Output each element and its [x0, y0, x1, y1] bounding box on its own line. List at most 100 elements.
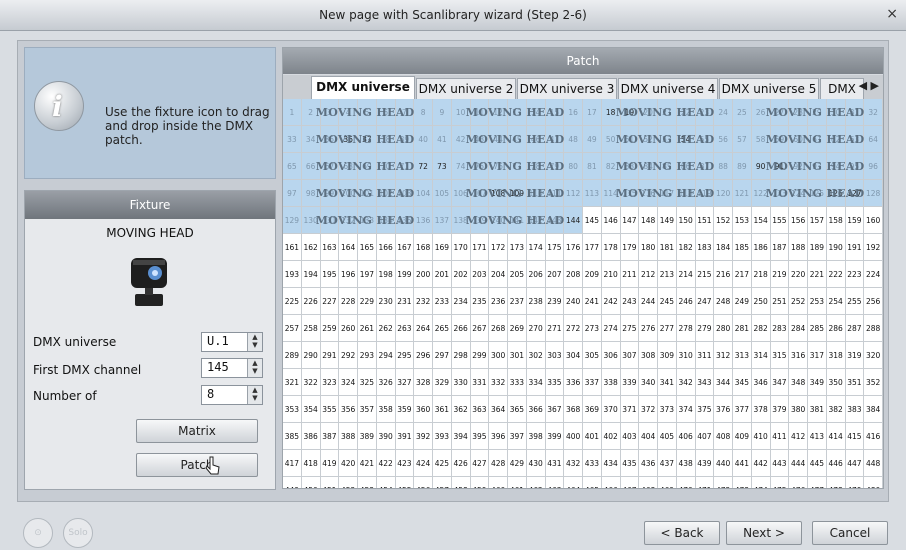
dmx-channel-cell[interactable]: 292	[339, 342, 358, 369]
dmx-channel-cell[interactable]: 331	[470, 369, 490, 396]
dmx-channel-cell[interactable]: 444	[789, 450, 808, 477]
dmx-channel-cell[interactable]: 25	[733, 99, 752, 126]
dmx-channel-cell[interactable]: 285	[808, 315, 827, 342]
dmx-channel-cell[interactable]: 442	[751, 450, 771, 477]
dmx-channel-cell[interactable]: 340	[639, 369, 658, 396]
dmx-channel-cell[interactable]: 381	[808, 396, 827, 423]
dmx-channel-cell[interactable]: 318	[826, 342, 846, 369]
dmx-channel-cell[interactable]: 414	[826, 423, 846, 450]
dmx-channel-cell[interactable]: 368	[564, 396, 583, 423]
dmx-channel-cell[interactable]: 151	[695, 207, 715, 234]
dmx-channel-cell[interactable]: 268	[489, 315, 508, 342]
dmx-channel-cell[interactable]: 185	[733, 234, 752, 261]
dmx-channel-cell[interactable]: 116	[639, 180, 658, 207]
dmx-channel-cell[interactable]: 168	[414, 234, 433, 261]
dmx-channel-cell[interactable]: 101	[358, 180, 377, 207]
dmx-channel-cell[interactable]: 419	[320, 450, 340, 477]
dmx-channel-cell[interactable]: 302	[526, 342, 546, 369]
dmx-channel-cell[interactable]: 228	[339, 288, 358, 315]
dmx-channel-cell[interactable]: 170	[451, 234, 471, 261]
dmx-channel-cell[interactable]: 264	[414, 315, 433, 342]
dmx-channel-cell[interactable]: 337	[583, 369, 602, 396]
dmx-channel-cell[interactable]: 23	[695, 99, 715, 126]
dmx-channel-cell[interactable]: 450	[302, 477, 321, 488]
dmx-channel-cell[interactable]: 478	[827, 477, 846, 488]
dmx-channel-cell[interactable]: 324	[339, 369, 358, 396]
dmx-channel-cell[interactable]: 382	[826, 396, 846, 423]
dmx-channel-cell[interactable]: 63	[845, 126, 865, 153]
dmx-channel-cell[interactable]: 303	[545, 342, 565, 369]
dmx-channel-cell[interactable]: 370	[601, 396, 621, 423]
dmx-channel-cell[interactable]: 214	[676, 261, 696, 288]
dmx-channel-cell[interactable]: 118	[676, 180, 696, 207]
dmx-channel-cell[interactable]: 112	[564, 180, 583, 207]
dmx-channel-cell[interactable]: 470	[677, 477, 696, 488]
dmx-channel-cell[interactable]: 100	[339, 180, 358, 207]
dmx-channel-cell[interactable]: 226	[301, 288, 321, 315]
dmx-channel-cell[interactable]: 360	[414, 396, 433, 423]
dmx-channel-cell[interactable]: 160	[864, 207, 883, 234]
dmx-channel-cell[interactable]: 85	[658, 153, 677, 180]
dmx-channel-cell[interactable]: 165	[358, 234, 377, 261]
dmx-channel-cell[interactable]: 453	[358, 477, 377, 488]
dmx-channel-cell[interactable]: 196	[339, 261, 358, 288]
dmx-channel-cell[interactable]: 379	[770, 396, 790, 423]
dmx-channel-cell[interactable]: 233	[433, 288, 452, 315]
dmx-channel-cell[interactable]: 283	[770, 315, 790, 342]
dmx-channel-cell[interactable]: 234	[451, 288, 471, 315]
dmx-channel-cell[interactable]: 18	[601, 99, 621, 126]
dmx-channel-cell[interactable]: 177	[583, 234, 602, 261]
dmx-channel-cell[interactable]: 66	[301, 153, 321, 180]
dmx-channel-cell[interactable]: 275	[620, 315, 640, 342]
dmx-channel-cell[interactable]: 305	[583, 342, 602, 369]
dmx-channel-cell[interactable]: 50	[601, 126, 621, 153]
dmx-channel-cell[interactable]: 138	[451, 207, 471, 234]
dmx-channel-cell[interactable]: 162	[301, 234, 321, 261]
dmx-channel-cell[interactable]: 316	[789, 342, 808, 369]
dmx-channel-cell[interactable]: 332	[489, 369, 508, 396]
dmx-channel-cell[interactable]: 286	[826, 315, 846, 342]
dmx-channel-cell[interactable]: 181	[658, 234, 677, 261]
dmx-channel-cell[interactable]: 75	[470, 153, 490, 180]
dmx-channel-cell[interactable]: 198	[376, 261, 396, 288]
dmx-channel-cell[interactable]: 86	[676, 153, 696, 180]
dmx-channel-cell[interactable]: 5	[358, 99, 377, 126]
dmx-channel-cell[interactable]: 108	[489, 180, 508, 207]
dmx-channel-cell[interactable]: 326	[376, 369, 396, 396]
dmx-channel-cell[interactable]: 400	[564, 423, 583, 450]
dmx-channel-cell[interactable]: 239	[545, 288, 565, 315]
dmx-channel-cell[interactable]: 409	[733, 423, 752, 450]
dmx-channel-cell[interactable]: 180	[639, 234, 658, 261]
dmx-channel-cell[interactable]: 344	[714, 369, 733, 396]
dmx-channel-cell[interactable]: 480	[864, 477, 883, 488]
dmx-channel-cell[interactable]: 351	[845, 369, 865, 396]
dmx-channel-cell[interactable]: 15	[545, 99, 565, 126]
dmx-channel-cell[interactable]: 154	[751, 207, 771, 234]
dmx-channel-cell[interactable]: 347	[770, 369, 790, 396]
dmx-channel-cell[interactable]: 346	[751, 369, 771, 396]
dmx-channel-cell[interactable]: 475	[771, 477, 790, 488]
dmx-channel-cell[interactable]: 287	[845, 315, 865, 342]
dmx-channel-cell[interactable]: 37	[358, 126, 377, 153]
dmx-channel-cell[interactable]: 106	[451, 180, 471, 207]
dmx-channel-cell[interactable]: 253	[808, 288, 827, 315]
dmx-channel-cell[interactable]: 273	[583, 315, 602, 342]
dmx-channel-cell[interactable]: 42	[451, 126, 471, 153]
dmx-channel-cell[interactable]: 134	[376, 207, 396, 234]
dmx-channel-cell[interactable]: 21	[658, 99, 677, 126]
dmx-channel-cell[interactable]: 175	[545, 234, 565, 261]
dmx-channel-cell[interactable]: 369	[583, 396, 602, 423]
dmx-channel-cell[interactable]: 242	[601, 288, 621, 315]
dmx-channel-cell[interactable]: 474	[752, 477, 771, 488]
dmx-channel-cell[interactable]: 317	[808, 342, 827, 369]
dmx-channel-cell[interactable]: 32	[864, 99, 883, 126]
dmx-channel-cell[interactable]: 259	[320, 315, 340, 342]
dmx-channel-cell[interactable]: 221	[808, 261, 827, 288]
dmx-channel-cell[interactable]: 113	[583, 180, 602, 207]
dmx-channel-cell[interactable]: 367	[545, 396, 565, 423]
dmx-channel-cell[interactable]: 271	[545, 315, 565, 342]
dmx-channel-cell[interactable]: 300	[489, 342, 508, 369]
dmx-channel-cell[interactable]: 2	[301, 99, 321, 126]
dmx-channel-cell[interactable]: 466	[602, 477, 621, 488]
dmx-channel-cell[interactable]: 212	[639, 261, 658, 288]
